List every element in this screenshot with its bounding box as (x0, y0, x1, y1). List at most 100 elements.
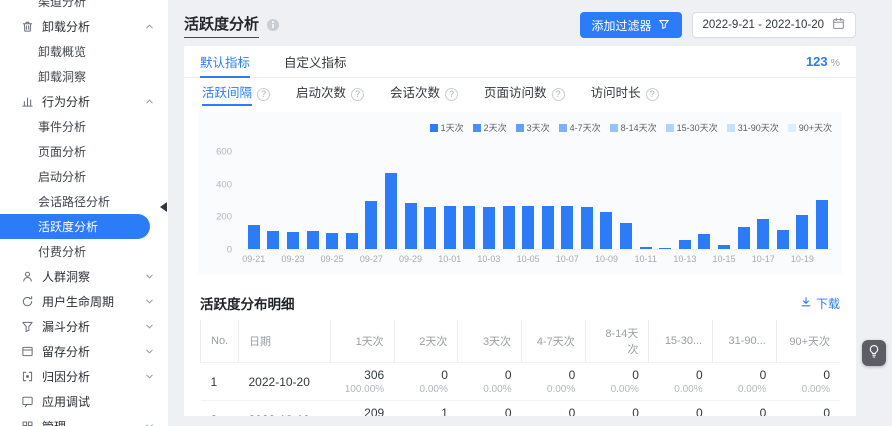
bar[interactable] (346, 233, 358, 249)
question-icon[interactable]: ? (646, 88, 659, 101)
filter-funnel-icon (658, 18, 670, 33)
bar[interactable] (640, 247, 652, 249)
chart-tab[interactable]: 活跃间隔? (202, 82, 270, 106)
sidebar-item-label: 卸载洞察 (38, 68, 86, 85)
bar[interactable] (561, 206, 573, 249)
sample-rate[interactable]: 123 % (806, 54, 840, 69)
question-icon[interactable]: ? (445, 88, 458, 101)
bar[interactable] (267, 231, 279, 249)
bars-plot: 09-2109-2309-2509-2709-2910-0110-0310-05… (244, 152, 832, 250)
sidebar-item[interactable]: 渠道分析 (0, 0, 168, 14)
bar[interactable] (718, 245, 730, 249)
sidebar-item-label: 卸载概览 (38, 43, 86, 60)
sidebar-item[interactable]: 活跃度分析 (0, 214, 150, 239)
download-link[interactable]: 下载 (800, 295, 840, 312)
metric-tab[interactable]: 默认指标 (200, 46, 250, 78)
chart-tab[interactable]: 会话次数? (390, 82, 458, 106)
cell: 00.00% (776, 363, 840, 401)
chart-tab[interactable]: 访问时长? (591, 82, 659, 106)
sidebar-item[interactable]: 应用调试 (0, 389, 168, 414)
row-number: 2 (201, 401, 239, 417)
sidebar-item-label: 留存分析 (42, 343, 90, 360)
bar[interactable] (287, 232, 299, 249)
info-icon[interactable] (266, 18, 280, 32)
bar-column: 09-23 (283, 152, 303, 249)
chart-tab[interactable]: 页面访问数? (484, 82, 565, 106)
cell-count: 0 (532, 368, 576, 382)
sidebar-item-label: 活跃度分析 (38, 218, 98, 235)
lightbulb-icon (867, 344, 881, 362)
bar[interactable] (424, 207, 436, 249)
bar-column: 10-07 (558, 152, 578, 249)
manage-icon (20, 420, 34, 426)
question-icon[interactable]: ? (351, 88, 364, 101)
legend-label: 31-90天次 (738, 121, 779, 134)
bar[interactable] (777, 230, 789, 249)
bar[interactable] (816, 200, 828, 249)
cell-percent: 100.00% (341, 384, 385, 395)
question-icon[interactable]: ? (552, 88, 565, 101)
bar[interactable] (542, 206, 554, 249)
lightbulb-button[interactable] (862, 340, 886, 366)
bar[interactable] (600, 212, 612, 250)
sidebar-item[interactable]: 行为分析 (0, 89, 168, 114)
legend-swatch (430, 124, 438, 132)
y-tick-label: 600 (216, 147, 232, 158)
legend-item: 1天次 (430, 121, 464, 134)
bar[interactable] (698, 234, 710, 249)
sidebar-item[interactable]: 管理 (0, 414, 168, 426)
bar[interactable] (503, 206, 515, 249)
sidebar-item[interactable]: 归因分析 (0, 364, 168, 389)
bar[interactable] (405, 203, 417, 249)
question-icon[interactable]: ? (257, 88, 270, 101)
sidebar-item-label: 渠道分析 (38, 0, 86, 10)
legend-item: 2天次 (473, 121, 507, 134)
page-header: 活跃度分析 添加过滤器 2022-9-21 - 2022-10-20 (184, 10, 856, 40)
legend-item: 8-14天次 (610, 121, 657, 134)
add-filter-button[interactable]: 添加过滤器 (580, 12, 682, 38)
cell: 00.00% (713, 401, 777, 417)
chevron-down-icon (145, 347, 154, 356)
bar[interactable] (385, 173, 397, 249)
bar[interactable] (365, 201, 377, 250)
bar[interactable] (679, 240, 691, 249)
sidebar-item[interactable]: 留存分析 (0, 339, 168, 364)
metric-tab[interactable]: 自定义指标 (284, 46, 347, 78)
sidebar-item[interactable]: 人群洞察 (0, 264, 168, 289)
retention-icon (20, 345, 34, 358)
sidebar-item[interactable]: 卸载洞察 (0, 64, 168, 89)
bar[interactable] (581, 207, 593, 249)
sidebar-item[interactable]: 事件分析 (0, 114, 168, 139)
bar[interactable] (248, 225, 260, 249)
bar[interactable] (738, 227, 750, 249)
legend-swatch (516, 124, 524, 132)
sidebar-item[interactable]: 付费分析 (0, 239, 168, 264)
sidebar-item[interactable]: 漏斗分析 (0, 314, 168, 339)
sidebar-item[interactable]: 会话路径分析 (0, 189, 168, 214)
sidebar-item[interactable]: 启动分析 (0, 164, 168, 189)
cell-count: 0 (786, 406, 830, 416)
column-header: 4-7天次 (522, 320, 586, 363)
sidebar-item[interactable]: 页面分析 (0, 139, 168, 164)
bar[interactable] (463, 206, 475, 249)
sidebar-item[interactable]: 卸载概览 (0, 39, 168, 64)
sidebar-item[interactable]: 用户生命周期 (0, 289, 168, 314)
bar[interactable] (522, 206, 534, 249)
cell: 10.48% (394, 401, 458, 417)
legend-label: 90+天次 (799, 121, 832, 134)
bar[interactable] (757, 219, 769, 249)
bar[interactable] (444, 206, 456, 249)
bar[interactable] (796, 215, 808, 249)
bar[interactable] (326, 233, 338, 249)
column-header: 1天次 (331, 320, 395, 363)
bar[interactable] (659, 248, 671, 249)
bar[interactable] (483, 207, 495, 249)
bar[interactable] (307, 231, 319, 249)
sidebar-item[interactable]: 卸载分析 (0, 14, 168, 39)
chart-tab[interactable]: 启动次数? (296, 82, 364, 106)
bar[interactable] (620, 223, 632, 249)
analysis-card: 默认指标 自定义指标 123 % 活跃间隔? 启动次数? 会话次数? 页面访问数? 访问时… (184, 46, 856, 416)
download-label: 下载 (816, 295, 840, 312)
date-range-picker[interactable]: 2022-9-21 - 2022-10-20 (692, 12, 856, 38)
sidebar-collapse-icon[interactable] (160, 202, 167, 212)
